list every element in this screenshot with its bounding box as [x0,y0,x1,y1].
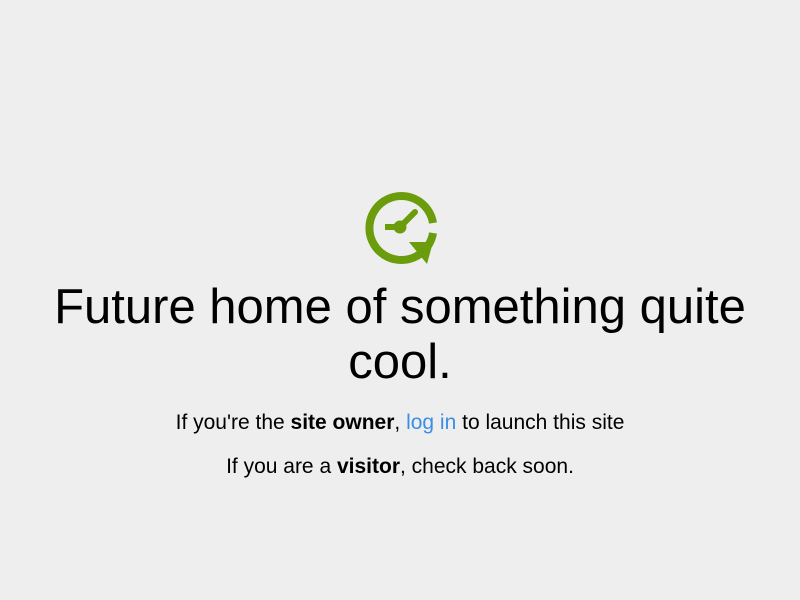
owner-comma: , [394,411,407,434]
page-title: Future home of something quite cool. [54,280,746,389]
clock-refresh-icon [365,192,437,264]
visitor-suffix: , check back soon. [400,455,574,478]
visitor-prefix: If you are a [226,455,337,478]
coming-soon-page: Future home of something quite cool. If … [0,0,800,600]
owner-suffix: to launch this site [456,411,625,434]
site-owner-label: site owner [290,411,395,434]
owner-prefix: If you're the [175,411,291,434]
owner-message: If you're the site owner, log in to laun… [0,410,800,436]
visitor-message: If you are a visitor, check back soon. [0,454,800,480]
login-link[interactable]: log in [406,411,456,434]
visitor-label: visitor [336,455,400,478]
